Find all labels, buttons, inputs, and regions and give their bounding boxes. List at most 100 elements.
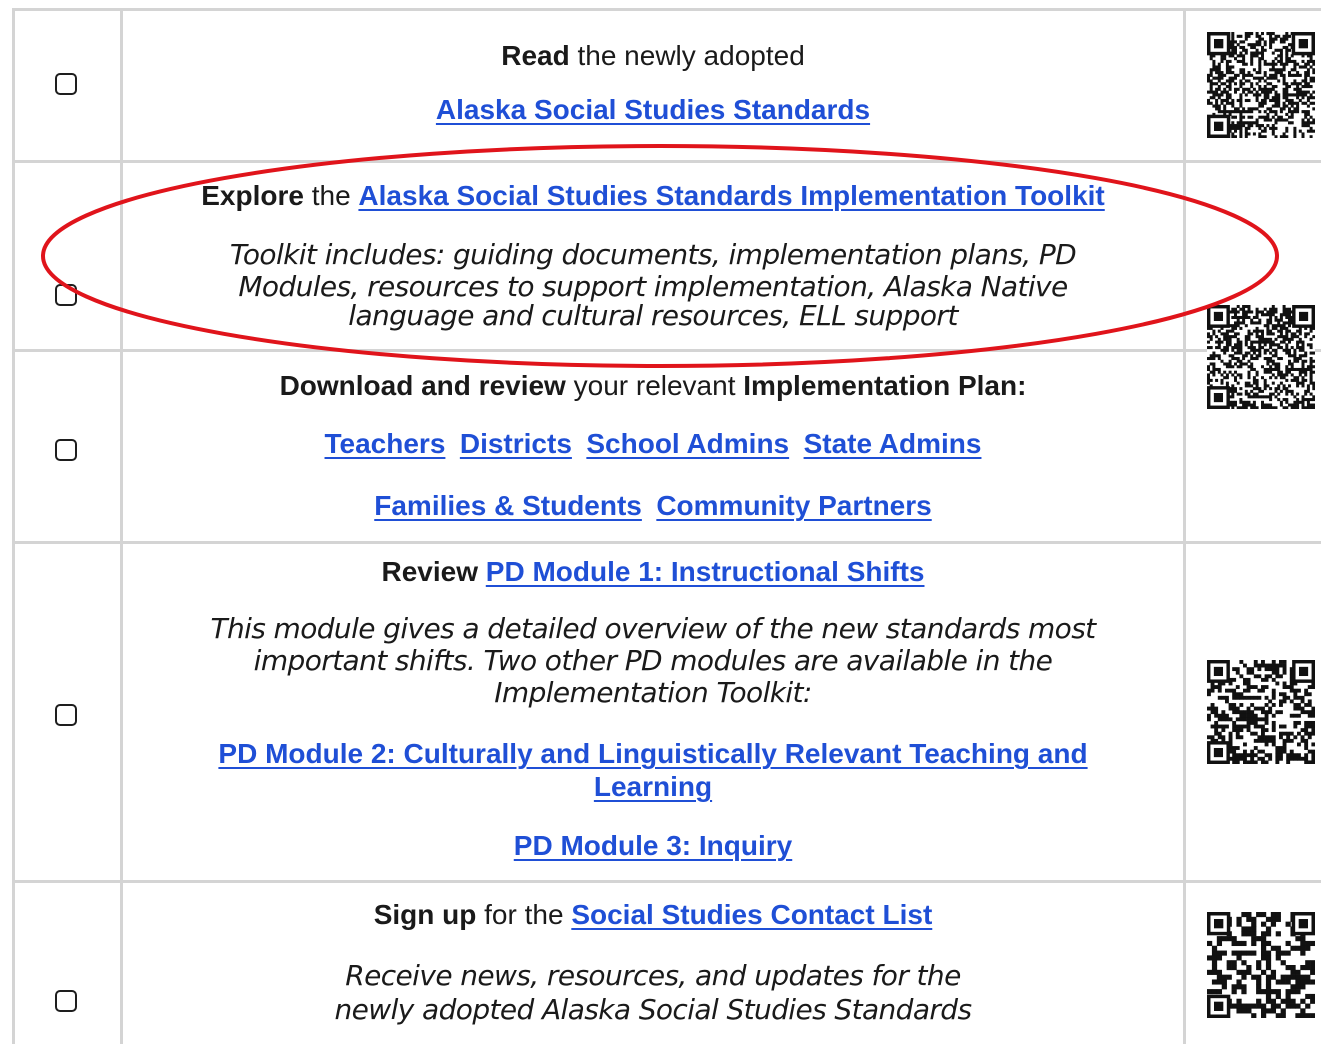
qr-module [1231,395,1235,399]
qr-module [1210,703,1215,707]
contact-list-link[interactable]: Social Studies Contact List [571,899,932,930]
qr-module [1256,974,1262,980]
qr-module [1288,43,1291,47]
checkbox-icon[interactable] [55,439,77,461]
qr-module [1231,936,1237,942]
qr-module [1234,48,1237,52]
pd-module-3-link[interactable]: PD Module 3: Inquiry [514,830,792,861]
checkbox-icon[interactable] [55,990,77,1012]
school-admins-plan-link[interactable]: School Admins [586,428,789,459]
qr-module [1225,343,1229,347]
qr-module [1257,688,1262,693]
qr-module [1261,389,1264,393]
checkbox-icon[interactable] [55,284,77,306]
qr-module [1263,406,1267,409]
qr-module [1244,362,1248,366]
row-download-action: Download and review your relevant Implem… [279,370,1027,401]
qr-module [1236,324,1240,328]
qr-module [1255,124,1259,128]
qr-module [1246,728,1251,733]
qr-module [1231,403,1235,407]
qr-module [1231,126,1235,130]
qr-module [1256,984,1262,990]
qr-module [1225,79,1229,83]
qr-module [1269,367,1273,371]
qr-module [1309,135,1313,138]
qr-module [1279,107,1283,111]
qr-module [1282,749,1287,754]
qr-module [1247,110,1251,114]
qr-module [1207,713,1211,718]
toolkit-link[interactable]: Alaska Social Studies Standards Implemen… [358,180,1104,211]
qr-module [1244,335,1248,339]
qr-module [1228,703,1233,707]
qr-module [1241,926,1247,932]
qr-module [1246,688,1251,693]
qr-module [1311,706,1315,711]
qr-module [1252,121,1256,125]
qr-module [1244,384,1248,388]
qr-module [1234,126,1237,130]
checkbox-icon[interactable] [55,704,77,726]
qr-module [1236,346,1240,350]
qr-module [1277,387,1281,391]
districts-plan-link[interactable]: Districts [460,428,572,459]
qr-module [1250,753,1255,758]
qr-module [1239,124,1243,128]
qr-module [1285,51,1289,55]
qr-module [1225,96,1229,100]
qr-module [1250,343,1254,347]
qr-module [1296,87,1300,91]
standards-link[interactable]: Alaska Social Studies Standards [436,94,870,125]
qr-module [1232,756,1237,761]
row-review-action: Review PD Module 1: Instructional Shifts [381,556,925,587]
qr-module [1304,90,1308,94]
community-partners-plan-link[interactable]: Community Partners [656,490,931,521]
qr-module [1293,93,1297,97]
pd-module-2-link[interactable]: Learning [594,771,712,802]
qr-module [1217,96,1221,100]
qr-module [1304,728,1309,733]
qr-module [1271,37,1275,41]
qr-module [1282,132,1286,136]
qr-module [1231,40,1235,44]
qr-module [1310,993,1315,1000]
state-admins-plan-link[interactable]: State Admins [804,428,982,459]
qr-module [1250,760,1255,764]
qr-module [1247,370,1251,374]
qr-module [1234,346,1237,350]
qr-module [1212,65,1216,69]
families-students-plan-link[interactable]: Families & Students [374,490,642,521]
qr-module [1247,71,1251,75]
pd-module-1-link[interactable]: PD Module 1: Instructional Shifts [486,556,925,587]
qr-module [1212,59,1216,63]
qr-finder [1213,392,1224,403]
teachers-plan-link[interactable]: Teachers [325,428,446,459]
qr-module [1252,403,1256,407]
qr-module [1301,96,1305,100]
qr-module [1268,753,1273,758]
pd-module-2-link[interactable]: PD Module 2: Culturally and Linguistical… [218,738,1087,769]
qr-module [1297,753,1301,758]
qr-module [1228,68,1232,72]
qr-module [1309,359,1313,363]
qr-module [1258,126,1262,130]
qr-module [1261,37,1264,41]
checkbox-icon[interactable] [55,73,77,95]
qr-module [1231,132,1235,136]
qr-module [1225,335,1229,339]
qr-module [1217,340,1221,344]
qr-module [1285,104,1289,108]
qr-module [1207,98,1210,103]
qr-module [1217,695,1222,700]
qr-module [1242,305,1246,309]
qr-module [1304,720,1309,725]
qr-module [1241,960,1247,966]
qr-module [1277,365,1281,369]
qr-module [1307,749,1312,754]
qr-module [1215,98,1219,103]
qr-module [1255,387,1259,391]
qr-module [1269,313,1273,317]
qr-module [1244,132,1248,136]
qr-module [1239,34,1243,38]
